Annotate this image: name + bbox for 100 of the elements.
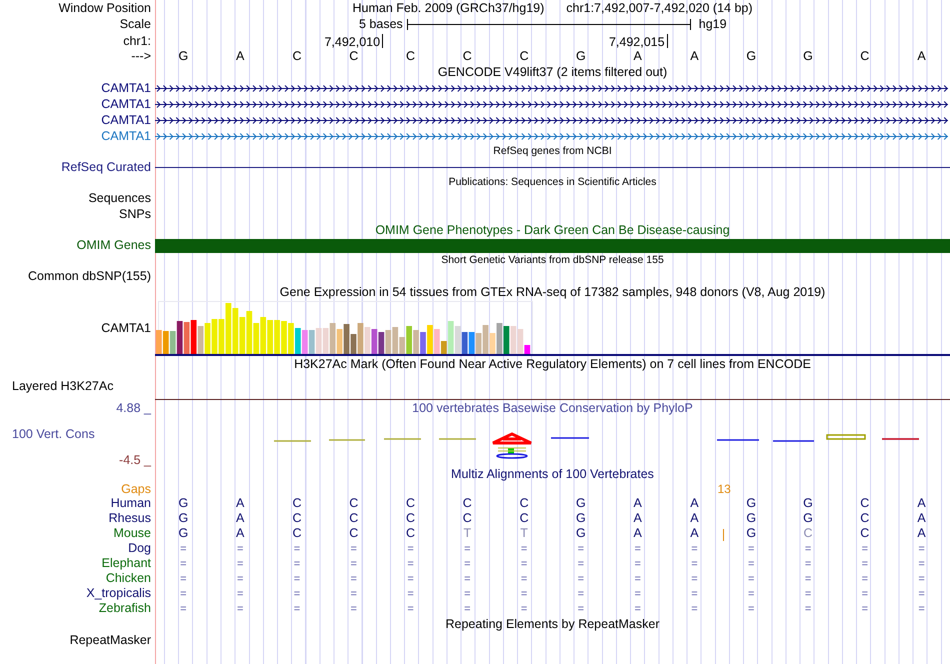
base-letter: G: [178, 496, 188, 510]
base-letter: G: [178, 511, 188, 526]
track-label[interactable]: CAMTA1: [101, 98, 151, 110]
scale-text: 5 bases: [359, 18, 403, 31]
alignment-dash: =: [407, 543, 414, 555]
track-label[interactable]: Dog: [128, 542, 151, 555]
track-title: Short Genetic Variants from dbSNP release 155: [441, 255, 664, 266]
axis-min-label: -4.5 _: [118, 454, 151, 466]
expression-bars-drawing[interactable]: [155, 300, 535, 354]
alignment-dash: =: [918, 558, 925, 570]
base-letter: A: [634, 50, 642, 63]
alignment-dash: =: [804, 543, 812, 555]
alignment-dash: =: [748, 588, 754, 600]
alignment-dash: =: [634, 543, 641, 555]
alignment-dash: =: [407, 588, 414, 600]
base-letter: A: [236, 496, 244, 510]
track-label[interactable]: CAMTA1: [101, 114, 151, 126]
track-label[interactable]: SNPs: [119, 208, 151, 220]
alignment-dash: =: [748, 573, 754, 585]
alignment-dash: =: [294, 558, 300, 570]
base-letter: C: [406, 526, 416, 540]
track-label[interactable]: Sequences: [88, 192, 151, 204]
track-label[interactable]: CAMTA1: [101, 322, 151, 334]
alignment-dash: =: [862, 588, 868, 600]
header-label: Window Position: [58, 2, 151, 14]
base-letter: C: [462, 496, 472, 510]
gene-arrow-line[interactable]: [155, 116, 948, 124]
alignment-dash: =: [918, 588, 925, 600]
gene-line[interactable]: [155, 166, 950, 168]
base-letter: C: [462, 511, 472, 526]
base-letter: G: [746, 496, 756, 510]
alignment-dash: =: [578, 588, 584, 600]
position-tick: 7,492,015: [608, 34, 668, 48]
track-label[interactable]: RepeatMasker: [70, 634, 151, 646]
base-letter: G: [178, 526, 188, 540]
track-label[interactable]: Mouse: [113, 527, 151, 540]
track-label[interactable]: CAMTA1: [101, 130, 151, 142]
strand-label: --->: [131, 50, 151, 63]
base-letter: A: [917, 526, 926, 540]
base-letter: G: [576, 526, 586, 540]
track-title: 100 vertebrates Basewise Conservation by PhyloP: [411, 400, 694, 414]
track-label[interactable]: Common dbSNP(155): [28, 270, 151, 282]
alignment-dash: =: [862, 558, 868, 570]
track-label[interactable]: Rhesus: [108, 512, 151, 525]
header-label: chr1:: [123, 34, 151, 48]
track-label[interactable]: 100 Vert. Cons: [12, 428, 151, 440]
alignment-dash: =: [350, 588, 357, 600]
base-letter: C: [406, 50, 416, 63]
base-letter: G: [576, 496, 586, 510]
track-title: RefSeq genes from NCBI: [493, 146, 612, 157]
gene-bar[interactable]: [155, 238, 950, 252]
base-letter: A: [690, 496, 699, 510]
alignment-dash: =: [918, 543, 925, 555]
track-label[interactable]: Human: [110, 497, 151, 510]
base-letter: G: [178, 50, 188, 63]
track-title: GENCODE V49lift37 (2 items filtered out): [438, 66, 668, 78]
alignment-dash: =: [862, 543, 868, 555]
track-title: OMIM Gene Phenotypes - Dark Green Can Be Disease-causing: [375, 224, 730, 236]
alignment-dash: =: [578, 543, 584, 555]
base-letter: A: [236, 50, 244, 63]
base-letter: C: [292, 511, 302, 526]
alignment-dash: =: [918, 573, 925, 585]
alignment-dash: =: [804, 558, 812, 570]
base-letter: G: [746, 50, 756, 63]
base-letter: C: [349, 50, 358, 63]
alignment-dash: =: [407, 573, 414, 585]
base-letter: C: [349, 526, 358, 540]
alignment-dash: =: [180, 573, 187, 585]
track-label[interactable]: Zebrafish: [98, 602, 151, 615]
alignment-dash: =: [804, 573, 812, 585]
assembly-name: hg19: [698, 18, 727, 31]
base-letter: C: [860, 50, 870, 63]
base-letter: A: [690, 511, 699, 526]
gene-arrow-line[interactable]: [155, 100, 948, 108]
alignment-dash: =: [407, 558, 414, 570]
base-letter: A: [634, 526, 642, 540]
gene-arrow-line[interactable]: [155, 84, 948, 92]
alignment-dash: =: [578, 573, 584, 585]
alignment-dash: =: [520, 573, 528, 585]
alignment-dash: =: [350, 573, 357, 585]
base-letter: C: [349, 496, 358, 510]
track-label[interactable]: Elephant: [102, 557, 151, 570]
alignment-dash: =: [520, 588, 528, 600]
track-label[interactable]: RefSeq Curated: [61, 160, 151, 174]
alignment-dash: =: [407, 603, 414, 615]
base-letter: A: [236, 511, 244, 526]
alignment-dash: =: [748, 603, 754, 615]
alignment-dash: =: [350, 543, 357, 555]
track-label[interactable]: OMIM Genes: [76, 239, 151, 252]
base-letter: A: [917, 511, 926, 526]
track-label[interactable]: X_tropicalis: [86, 587, 151, 600]
track-label[interactable]: Chicken: [106, 572, 151, 585]
alignment-dash: =: [748, 558, 754, 570]
alignment-dash: =: [578, 558, 584, 570]
alignment-dash: =: [748, 543, 754, 555]
base-letter: A: [917, 50, 926, 63]
track-label[interactable]: CAMTA1: [101, 82, 151, 94]
base-letter: G: [803, 496, 813, 510]
base-letter: C: [349, 511, 358, 526]
track-label[interactable]: Layered H3K27Ac: [12, 380, 114, 392]
